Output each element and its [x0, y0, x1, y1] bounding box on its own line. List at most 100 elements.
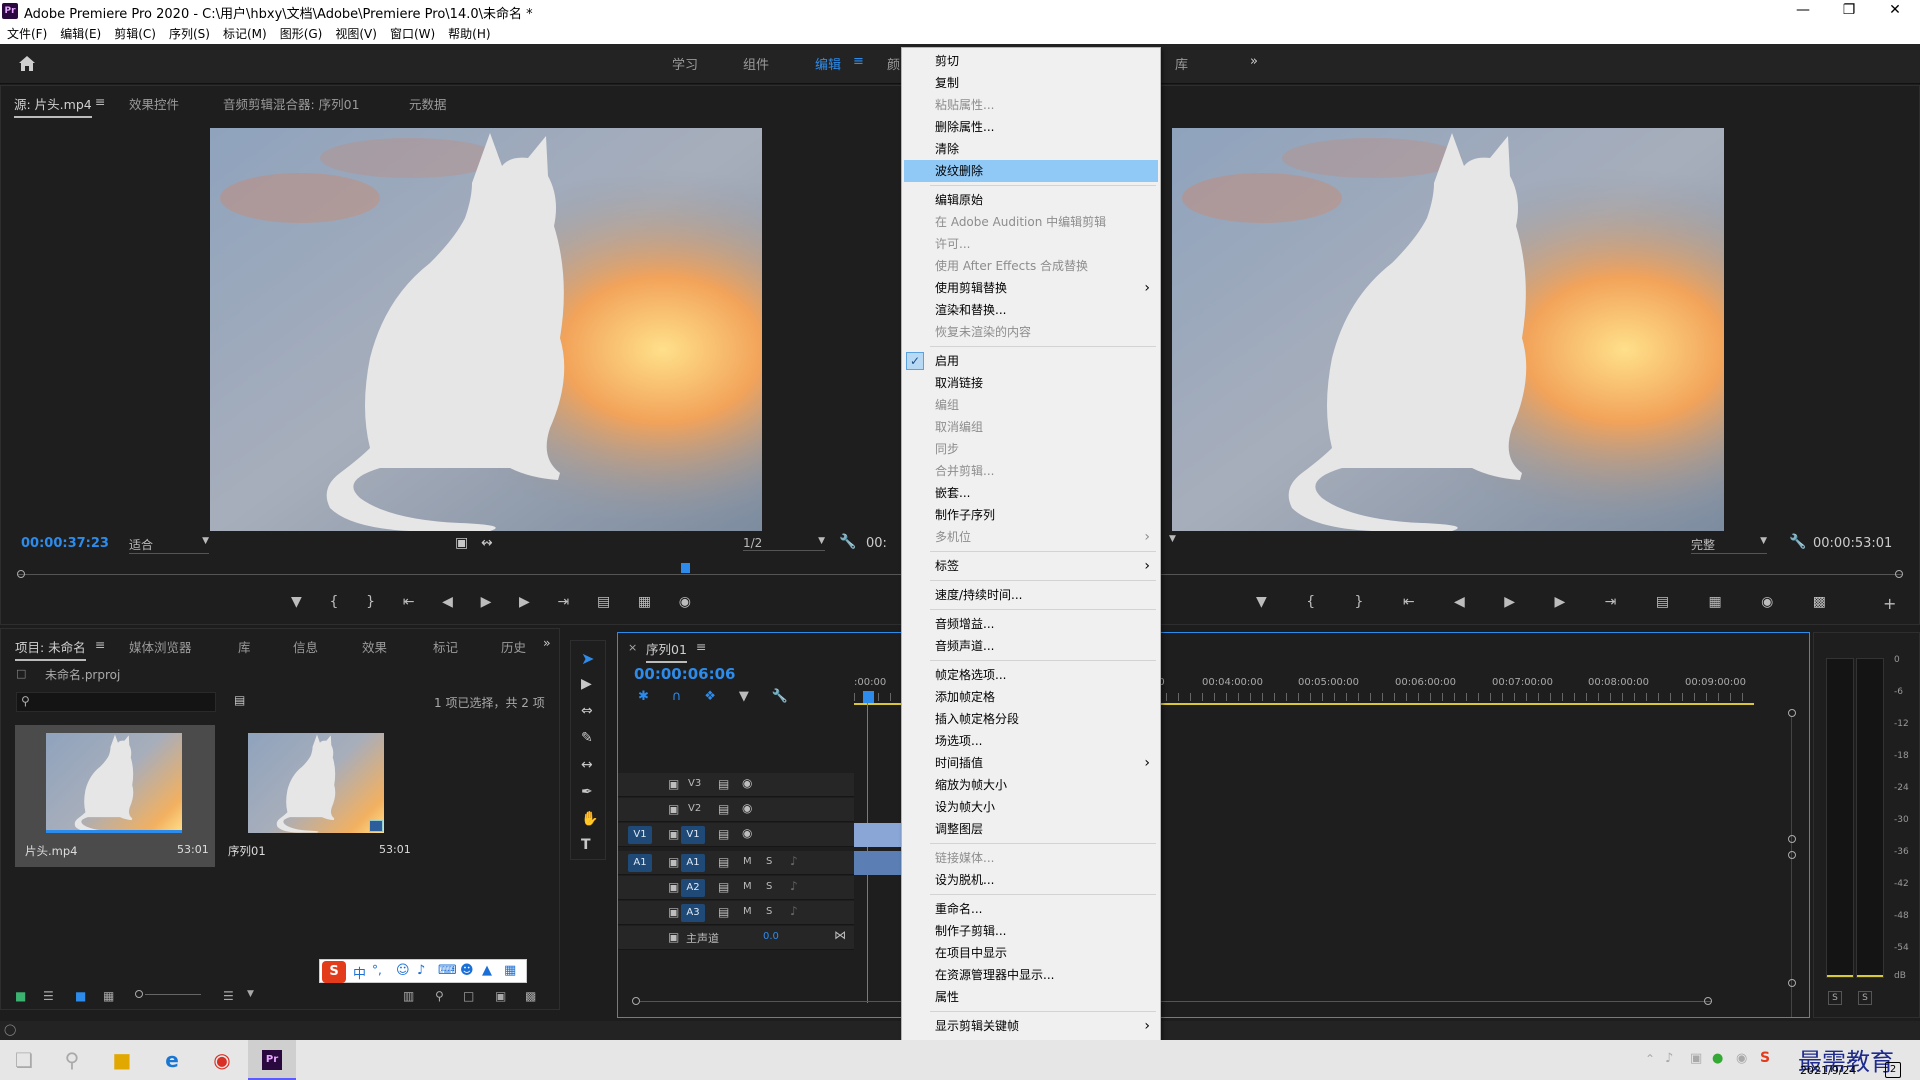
- mute-button[interactable]: M: [743, 856, 752, 867]
- premiere-taskbar-button[interactable]: Pr: [248, 1040, 296, 1080]
- close-icon[interactable]: ✕: [1872, 0, 1918, 22]
- zoom-handle-right[interactable]: [1895, 570, 1903, 578]
- restore-icon[interactable]: ❐: [1826, 0, 1872, 22]
- menu-window[interactable]: 窗口(W): [390, 25, 435, 42]
- step-forward-icon[interactable]: ▶: [1554, 594, 1565, 614]
- snap-icon[interactable]: ∩: [672, 689, 682, 707]
- razor-tool-icon[interactable]: ✎: [581, 730, 593, 746]
- chevron-down-icon[interactable]: ▼: [247, 989, 254, 999]
- emoji-icon[interactable]: ☺: [396, 963, 410, 978]
- mark-in-icon[interactable]: {: [1306, 594, 1315, 614]
- microphone-icon[interactable]: ♪: [790, 854, 798, 868]
- slip-tool-icon[interactable]: ↔: [581, 757, 593, 773]
- play-icon[interactable]: ▶: [481, 594, 492, 614]
- sogou-logo-icon[interactable]: S: [322, 961, 346, 983]
- menu-sequence[interactable]: 序列(S): [169, 25, 210, 42]
- microphone-icon[interactable]: ♪: [790, 904, 798, 918]
- track-target-a2[interactable]: A2: [681, 879, 705, 897]
- track-select-tool-icon[interactable]: ▶: [581, 676, 592, 692]
- solo-button[interactable]: S: [766, 881, 772, 892]
- horizontal-zoom-bar[interactable]: [640, 1001, 1712, 1002]
- list-view-icon[interactable]: ☰: [43, 989, 54, 1003]
- sync-lock-icon[interactable]: ▤: [718, 855, 729, 869]
- workspace-editing[interactable]: 编辑: [815, 54, 841, 73]
- mute-button[interactable]: M: [743, 881, 752, 892]
- zoom-slider-track[interactable]: [145, 994, 201, 995]
- sync-lock-icon[interactable]: ▤: [718, 777, 729, 791]
- context-menu-item[interactable]: 设为帧大小: [902, 796, 1160, 818]
- track-scroll-handle[interactable]: [1788, 709, 1796, 717]
- context-menu-item[interactable]: 启用 ✓: [902, 350, 1160, 372]
- vertical-scrollbar[interactable]: [1791, 717, 1792, 1017]
- security-icon[interactable]: ●: [1712, 1051, 1723, 1066]
- more-tabs-icon[interactable]: »: [543, 635, 551, 650]
- context-menu-item[interactable]: 缩放为帧大小: [902, 774, 1160, 796]
- tab-menu-icon[interactable]: ≡: [696, 639, 706, 654]
- context-menu-item[interactable]: 属性: [902, 986, 1160, 1008]
- selection-tool-icon[interactable]: ➤: [581, 649, 594, 668]
- zoom-handle-left[interactable]: [632, 997, 640, 1005]
- tab-metadata[interactable]: 元数据: [409, 94, 447, 113]
- menu-view[interactable]: 视图(V): [335, 25, 377, 42]
- search-icon[interactable]: ⚲: [48, 1040, 96, 1080]
- context-menu-item[interactable]: 设为脱机...: [902, 869, 1160, 891]
- context-menu-item[interactable]: 调整图层: [902, 818, 1160, 840]
- context-menu-item[interactable]: 重命名...: [902, 898, 1160, 920]
- tab-project[interactable]: 项目: 未命名: [15, 637, 86, 661]
- sync-lock-icon[interactable]: ▤: [718, 827, 729, 841]
- more-workspaces-icon[interactable]: »: [1250, 54, 1258, 69]
- go-to-out-icon[interactable]: ⇥: [1605, 594, 1617, 614]
- source-playhead[interactable]: [681, 563, 690, 573]
- home-icon[interactable]: [17, 54, 37, 72]
- wrench-icon[interactable]: 🔧: [839, 534, 856, 550]
- close-tab-icon[interactable]: ×: [628, 641, 637, 654]
- network-icon[interactable]: ▣: [1690, 1051, 1702, 1066]
- go-to-out-icon[interactable]: ⋈: [834, 928, 846, 942]
- mark-out-icon[interactable]: }: [366, 594, 375, 614]
- tab-menu-icon[interactable]: ≡: [95, 637, 105, 652]
- source-resolution-dropdown[interactable]: 1/2 ▼: [743, 536, 825, 551]
- context-menu-item[interactable]: 标签 ›: [902, 555, 1160, 577]
- project-item-sequence[interactable]: 序列01 53:01: [224, 725, 414, 867]
- project-item-clip[interactable]: 片头.mp4 53:01: [15, 725, 215, 867]
- workspace-color[interactable]: 颜: [887, 54, 900, 73]
- sync-lock-icon[interactable]: ▤: [718, 905, 729, 919]
- context-menu-item[interactable]: 场选项...: [902, 730, 1160, 752]
- context-menu-item[interactable]: 在资源管理器中显示...: [902, 964, 1160, 986]
- export-frame-icon[interactable]: ▣: [455, 535, 468, 551]
- insert-icon[interactable]: ▤: [597, 594, 610, 614]
- menu-edit[interactable]: 编辑(E): [60, 25, 101, 42]
- ime-punct-toggle[interactable]: °,: [372, 963, 382, 977]
- extract-icon[interactable]: ▦: [1708, 594, 1721, 614]
- tab-history[interactable]: 历史: [501, 637, 526, 656]
- tab-menu-icon[interactable]: ≡: [95, 94, 105, 109]
- minimize-icon[interactable]: —: [1780, 0, 1826, 22]
- context-menu-item[interactable]: 编辑原始: [902, 189, 1160, 211]
- location-icon[interactable]: ◉: [1736, 1051, 1747, 1066]
- source-fit-dropdown[interactable]: 适合 ▼: [129, 536, 209, 554]
- lock-icon[interactable]: ▣: [668, 777, 679, 791]
- context-menu-item[interactable]: 渲染和替换...: [902, 299, 1160, 321]
- context-menu-item[interactable]: 波纹删除: [904, 160, 1158, 182]
- tab-media-browser[interactable]: 媒体浏览器: [129, 637, 192, 656]
- type-tool-icon[interactable]: T: [581, 837, 591, 853]
- eye-icon[interactable]: ◉: [742, 776, 752, 790]
- go-to-in-icon[interactable]: ⇤: [1403, 594, 1415, 614]
- microphone-icon[interactable]: ♪: [790, 879, 798, 893]
- chevron-down-icon[interactable]: ▼: [1169, 534, 1176, 544]
- chrome-browser-icon[interactable]: ◉: [198, 1040, 246, 1080]
- track-target-a3[interactable]: A3: [681, 904, 705, 922]
- timeline-timecode[interactable]: 00:00:06:06: [634, 665, 736, 683]
- context-menu-item[interactable]: 音频声道...: [902, 635, 1160, 657]
- eye-icon[interactable]: ◉: [742, 801, 752, 815]
- file-explorer-icon[interactable]: ■: [98, 1040, 146, 1080]
- tab-effect-controls[interactable]: 效果控件: [129, 94, 179, 113]
- timeline-settings-icon[interactable]: 🔧: [772, 689, 788, 707]
- project-search-input[interactable]: ⚲: [16, 692, 216, 712]
- add-marker-icon[interactable]: ▼: [291, 594, 302, 614]
- freeform-view-icon[interactable]: ▦: [103, 989, 114, 1003]
- go-to-in-icon[interactable]: ⇤: [403, 594, 415, 614]
- tab-libraries[interactable]: 库: [238, 637, 251, 656]
- context-menu-item[interactable]: 时间插值 ›: [902, 752, 1160, 774]
- linked-selection-icon[interactable]: ❖: [704, 689, 716, 707]
